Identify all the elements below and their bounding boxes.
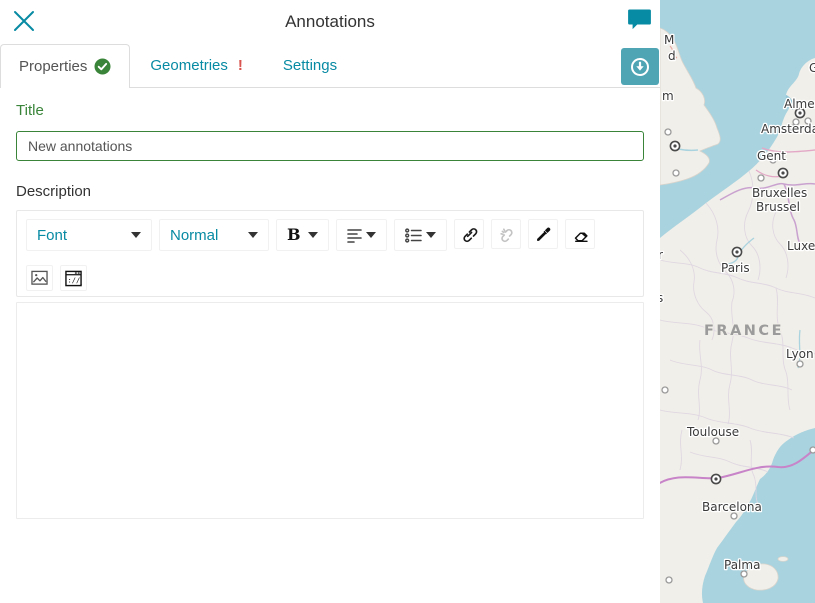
font-family-dropdown[interactable]: Font	[26, 219, 152, 251]
map-town-marker	[810, 447, 815, 453]
map-place-label: Paris	[721, 261, 750, 275]
eraser-icon	[571, 225, 590, 244]
map-capital-marker-dot	[714, 477, 717, 480]
block-type-value: Normal	[170, 227, 218, 244]
caret-down-icon	[248, 232, 258, 238]
image-icon	[31, 270, 48, 286]
unlink-icon	[497, 225, 516, 244]
map-place-label: Gent	[757, 149, 786, 163]
properties-form: Title Description Font Normal B	[0, 88, 660, 519]
caret-down-icon	[426, 232, 436, 238]
caret-down-icon	[366, 232, 376, 238]
error-indicator: !	[238, 57, 243, 74]
tab-settings[interactable]: Settings	[263, 44, 357, 87]
title-input[interactable]	[16, 131, 644, 161]
map-place-label: Luxem	[787, 239, 815, 253]
map-place-label: m	[662, 89, 674, 103]
map-town-marker	[797, 361, 803, 367]
map-svg: Md m Gr s Almere Amsterdam Gent BruxellesBrusse…	[660, 0, 815, 603]
title-label: Title	[16, 102, 644, 119]
map-capital-marker-dot	[781, 171, 784, 174]
map-place-label: Barcelona	[702, 500, 762, 514]
close-icon	[12, 9, 36, 33]
map-place-label: Lyon	[786, 347, 814, 361]
tab-properties[interactable]: Properties	[0, 44, 130, 88]
check-circle-icon	[94, 58, 111, 75]
caret-down-icon	[308, 232, 318, 238]
unlink-button[interactable]	[491, 219, 521, 249]
map-town-marker	[673, 170, 679, 176]
app-window: Annotations Properties Geometries ! Set	[0, 0, 815, 603]
unordered-list-icon	[405, 228, 422, 243]
link-button[interactable]	[454, 219, 484, 249]
map-place-label: Almere	[784, 97, 815, 111]
map-place-label: Bruxelles	[752, 186, 807, 200]
map-place-label: Toulouse	[686, 425, 739, 439]
tab-geometries-label: Geometries	[150, 57, 228, 74]
tab-properties-label: Properties	[19, 58, 87, 75]
map-town-marker	[758, 175, 764, 181]
map-capital-marker-dot	[673, 144, 676, 147]
map[interactable]: Md m Gr s Almere Amsterdam Gent BruxellesBrusse…	[660, 0, 815, 603]
map-place-label: s	[660, 291, 663, 305]
tab-settings-label: Settings	[283, 57, 337, 74]
description-editor[interactable]	[16, 302, 644, 519]
map-town-marker	[662, 387, 668, 393]
tab-bar: Properties Geometries ! Settings	[0, 44, 660, 88]
block-type-dropdown[interactable]: Normal	[159, 219, 269, 251]
color-picker-button[interactable]	[528, 219, 558, 249]
eyedropper-icon	[534, 225, 553, 244]
font-family-value: Font	[37, 227, 67, 244]
close-button[interactable]	[10, 7, 38, 35]
map-capital-marker-dot	[798, 111, 801, 114]
bold-label: B	[287, 227, 301, 243]
map-islet	[778, 557, 788, 562]
map-place-label: d	[668, 49, 676, 63]
map-country-label: FRANCE	[704, 323, 784, 339]
map-place-label: Palma	[724, 558, 760, 572]
map-place-label: M	[664, 33, 674, 47]
speech-bubble-icon	[627, 8, 652, 31]
svg-text:://_: ://_	[67, 275, 82, 284]
map-place-label: r	[660, 248, 663, 262]
map-place-label: Brussel	[756, 200, 800, 214]
text-align-dropdown[interactable]	[336, 219, 387, 251]
editor-toolbar: Font Normal B	[16, 210, 644, 297]
list-dropdown[interactable]	[394, 219, 447, 251]
embed-icon: ://_	[65, 270, 82, 287]
caret-down-icon	[131, 232, 141, 238]
map-town-marker	[666, 577, 672, 583]
map-capital-marker-dot	[735, 250, 738, 253]
annotations-panel: Annotations Properties Geometries ! Set	[0, 0, 660, 603]
tab-geometries[interactable]: Geometries !	[130, 44, 263, 87]
image-button[interactable]	[26, 265, 53, 291]
link-icon	[460, 225, 479, 244]
comment-button[interactable]	[626, 8, 652, 32]
map-town-marker	[665, 129, 671, 135]
panel-title: Annotations	[0, 12, 660, 32]
embed-button[interactable]: ://_	[60, 265, 87, 291]
align-left-icon	[347, 228, 363, 243]
map-place-label: Amsterdam	[761, 122, 815, 136]
inline-style-dropdown[interactable]: B	[276, 219, 329, 251]
circle-down-arrow-icon	[629, 56, 651, 78]
remove-format-button[interactable]	[565, 219, 595, 249]
download-button[interactable]	[621, 48, 659, 85]
panel-header: Annotations	[0, 0, 660, 44]
description-label: Description	[16, 183, 644, 200]
map-place-label: G	[809, 61, 815, 75]
